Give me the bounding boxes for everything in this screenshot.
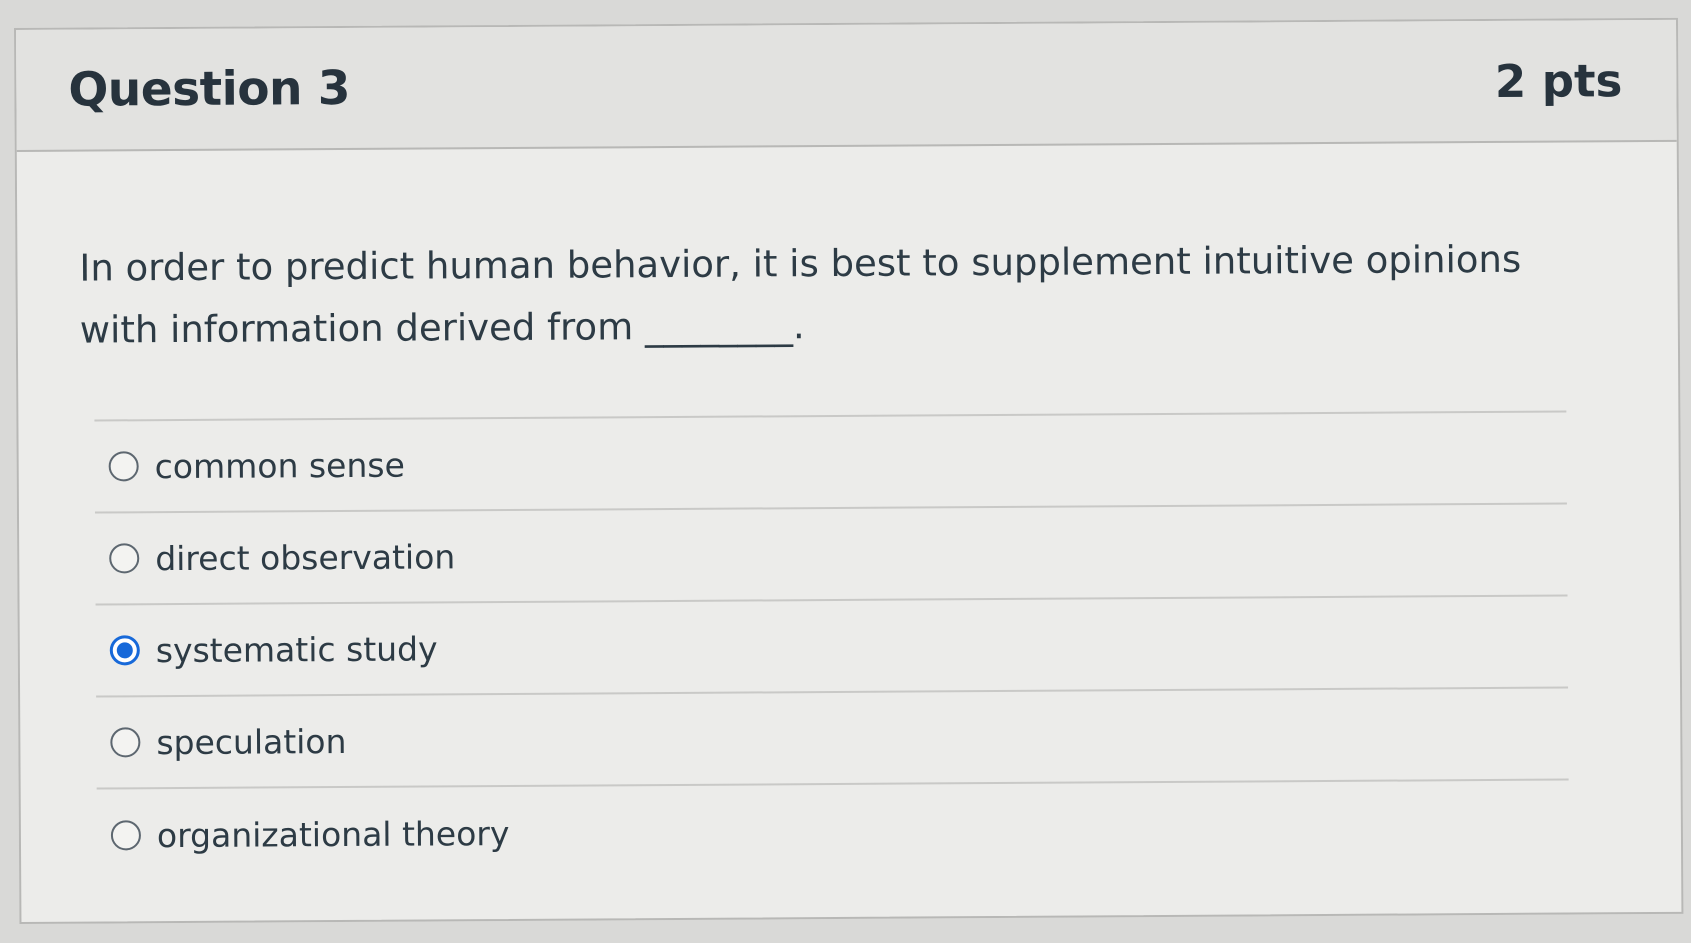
answer-label: systematic study — [155, 628, 438, 670]
question-title: Question 3 — [68, 60, 351, 118]
radio-button-systematic-study[interactable] — [109, 635, 140, 666]
answer-label: organizational theory — [156, 813, 510, 855]
radio-button-organizational-theory[interactable] — [110, 820, 142, 851]
answer-list: common sense direct observation systemat… — [94, 410, 1570, 882]
radio-button-direct-observation[interactable] — [109, 543, 140, 574]
answer-option-organizational-theory[interactable]: organizational theory — [97, 781, 1570, 882]
question-card: Question 3 2 pts In order to predict hum… — [14, 17, 1684, 924]
answer-label: direct observation — [155, 536, 456, 578]
question-points: 2 pts — [1494, 53, 1623, 108]
answer-option-common-sense[interactable]: common sense — [94, 412, 1567, 514]
question-header: Question 3 2 pts — [16, 19, 1677, 152]
answer-option-speculation[interactable]: speculation — [96, 688, 1569, 790]
question-body: In order to predict human behavior, it i… — [17, 142, 1681, 882]
radio-button-common-sense[interactable] — [108, 451, 139, 482]
answer-option-systematic-study[interactable]: systematic study — [95, 596, 1569, 698]
answer-option-direct-observation[interactable]: direct observation — [94, 504, 1568, 606]
answer-label: common sense — [154, 445, 405, 486]
question-text: In order to predict human behavior, it i… — [79, 237, 1522, 352]
radio-button-speculation[interactable] — [110, 727, 141, 758]
answer-label: speculation — [156, 721, 347, 762]
